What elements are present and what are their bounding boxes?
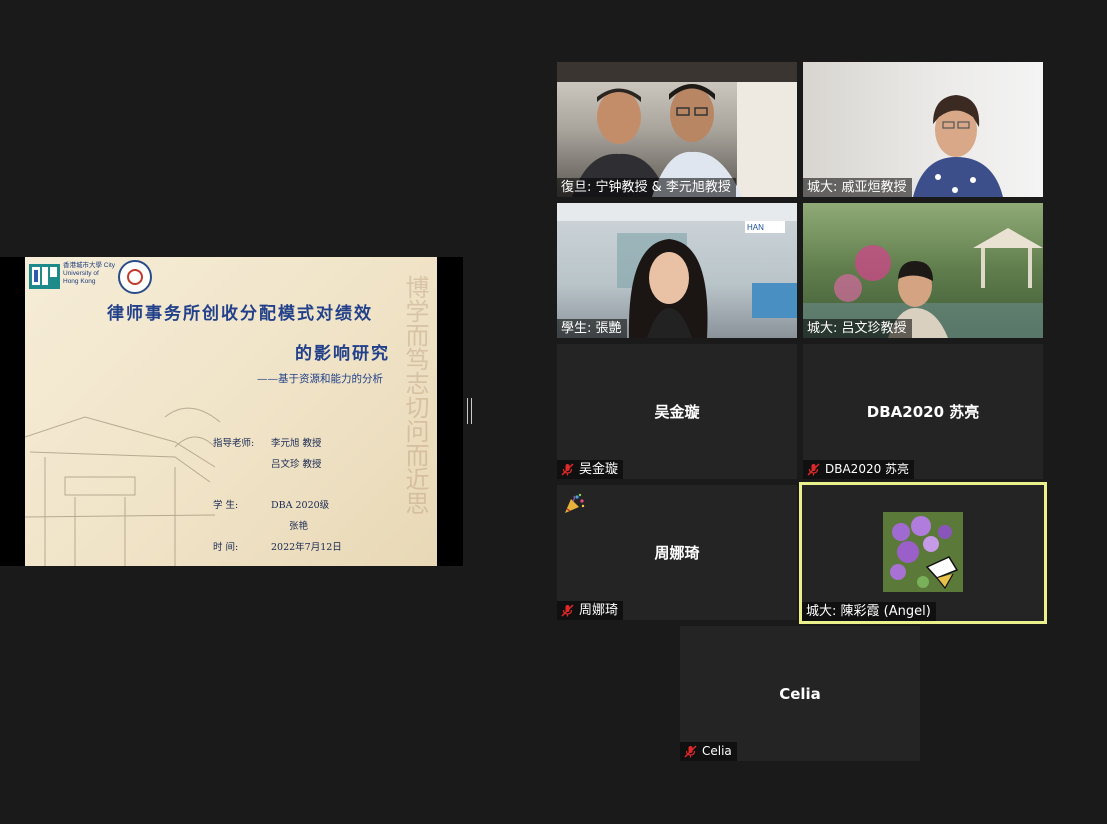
video-tile[interactable]: 城大: 戚亚烜教授	[803, 62, 1043, 197]
student-2: 张艳	[289, 521, 309, 532]
cityu-logo-icon	[29, 264, 60, 289]
participant-tile[interactable]: 吴金璇 吴金璇	[557, 344, 797, 479]
participant-name-label: 周娜琦	[557, 601, 624, 620]
time-label: 时 间:	[213, 542, 239, 553]
participant-tile[interactable]: Celia Celia	[680, 626, 920, 761]
time-value: 2022年7月12日	[271, 542, 342, 553]
advisor-2: 吕文珍 教授	[271, 459, 322, 470]
shared-screen[interactable]: 香港城市大學 City University of Hong Kong 律师事务…	[0, 257, 463, 566]
participant-name-label: 學生: 張艷	[557, 319, 627, 338]
slide-title-line-2: 的影响研究	[295, 344, 390, 364]
gate-sketch-illustration	[25, 407, 221, 566]
slide-subtitle: ——基于资源和能力的分析	[257, 373, 383, 385]
active-speaker-tile[interactable]: 城大: 陳彩霞 (Angel)	[799, 482, 1047, 624]
participant-video-feed: HAN	[557, 203, 797, 338]
participant-name-label: 復旦: 宁钟教授 & 李元旭教授	[557, 178, 736, 197]
participant-tile[interactable]: 周娜琦 周娜琦	[557, 485, 797, 620]
participant-name-label: Celia	[680, 742, 737, 761]
muted-mic-icon	[561, 463, 574, 476]
slide-title-line-1: 律师事务所创收分配模式对绩效	[107, 304, 373, 324]
participant-display-name: DBA2020 苏亮	[866, 403, 980, 421]
student-label: 学 生:	[213, 500, 239, 511]
participant-name-label: 城大: 戚亚烜教授	[803, 178, 912, 197]
university-seal-icon	[118, 260, 152, 294]
muted-mic-icon	[684, 745, 697, 758]
profile-avatar	[883, 512, 963, 592]
advisor-label: 指导老师:	[213, 438, 255, 449]
video-tile[interactable]: 復旦: 宁钟教授 & 李元旭教授	[557, 62, 797, 197]
participant-video-feed	[557, 62, 797, 197]
university-name: 香港城市大學 City University of Hong Kong	[63, 262, 115, 285]
participant-display-name: Celia	[779, 684, 821, 703]
participant-tile[interactable]: DBA2020 苏亮 DBA2020 苏亮	[803, 344, 1043, 479]
participant-video-feed	[913, 95, 1003, 197]
split-view-resize-handle[interactable]	[467, 398, 472, 424]
participant-video-feed	[803, 228, 1043, 338]
svg-text:HAN: HAN	[747, 223, 764, 232]
participant-display-name: 周娜琦	[654, 544, 700, 562]
student-1: DBA 2020级	[271, 500, 330, 511]
advisor-1: 李元旭 教授	[271, 438, 322, 449]
calligraphy-watermark: 博学而笃志切问而近思	[401, 275, 429, 515]
muted-mic-icon	[807, 463, 820, 476]
participant-name-label: 城大: 陳彩霞 (Angel)	[802, 602, 936, 621]
participant-name-label: 吴金璇	[557, 460, 624, 479]
participant-name-label: 城大: 吕文珍教授	[803, 319, 912, 338]
video-tile[interactable]: HAN 學生: 張艷	[557, 203, 797, 338]
participant-name-label: DBA2020 苏亮	[803, 460, 915, 479]
presentation-slide: 香港城市大學 City University of Hong Kong 律师事务…	[25, 257, 437, 566]
participant-display-name: 吴金璇	[654, 403, 700, 421]
muted-mic-icon	[561, 604, 574, 617]
video-tile[interactable]: 城大: 吕文珍教授	[803, 203, 1043, 338]
